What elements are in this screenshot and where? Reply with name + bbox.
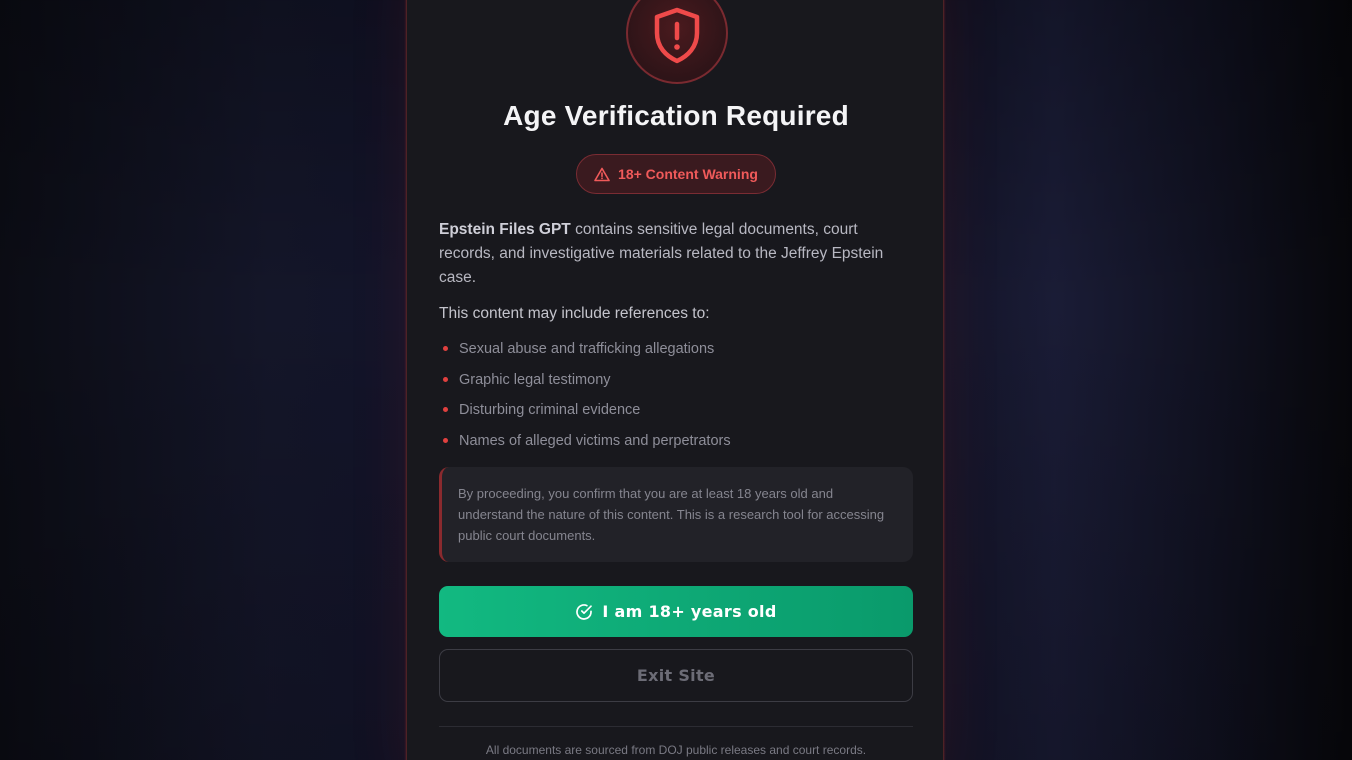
- list-item: Disturbing criminal evidence: [439, 399, 909, 430]
- list-item-text: Sexual abuse and trafficking allegations: [459, 341, 715, 357]
- bullet-dot: [443, 346, 448, 351]
- source-footnote: All documents are sourced from DOJ publi…: [485, 743, 867, 757]
- references-heading: This content may include references to:: [439, 305, 710, 322]
- warning-badge-label: 18+ Content Warning: [618, 166, 758, 182]
- confirm-button-label: I am 18+ years old: [602, 602, 777, 621]
- list-item: Names of alleged victims and perpetrator…: [439, 430, 909, 461]
- warning-triangle-icon: [594, 167, 610, 181]
- consent-notice: By proceeding, you confirm that you are …: [439, 467, 913, 562]
- exit-site-button[interactable]: Exit Site: [439, 649, 913, 702]
- modal-title: Age Verification Required: [503, 100, 849, 131]
- list-item-text: Disturbing criminal evidence: [459, 402, 641, 418]
- shield-alert-icon: [654, 7, 700, 64]
- intro-paragraph: Epstein Files GPT contains sensitive leg…: [439, 218, 915, 290]
- list-item: Graphic legal testimony: [439, 369, 909, 400]
- content-warning-badge: 18+ Content Warning: [576, 154, 776, 194]
- bullet-dot: [443, 437, 448, 443]
- check-circle-icon: [576, 603, 593, 620]
- bullet-dot: [443, 376, 448, 382]
- divider: [439, 726, 913, 727]
- confirm-age-button[interactable]: I am 18+ years old: [439, 586, 913, 637]
- list-item-text: Graphic legal testimony: [459, 371, 611, 388]
- list-item-text: Names of alleged victims and perpetrator…: [459, 432, 731, 449]
- bullet-dot: [443, 407, 448, 412]
- list-item: Sexual abuse and trafficking allegations: [439, 338, 909, 369]
- brand-name: Epstein Files GPT: [439, 221, 571, 238]
- references-list: Sexual abuse and trafficking allegations…: [439, 338, 909, 460]
